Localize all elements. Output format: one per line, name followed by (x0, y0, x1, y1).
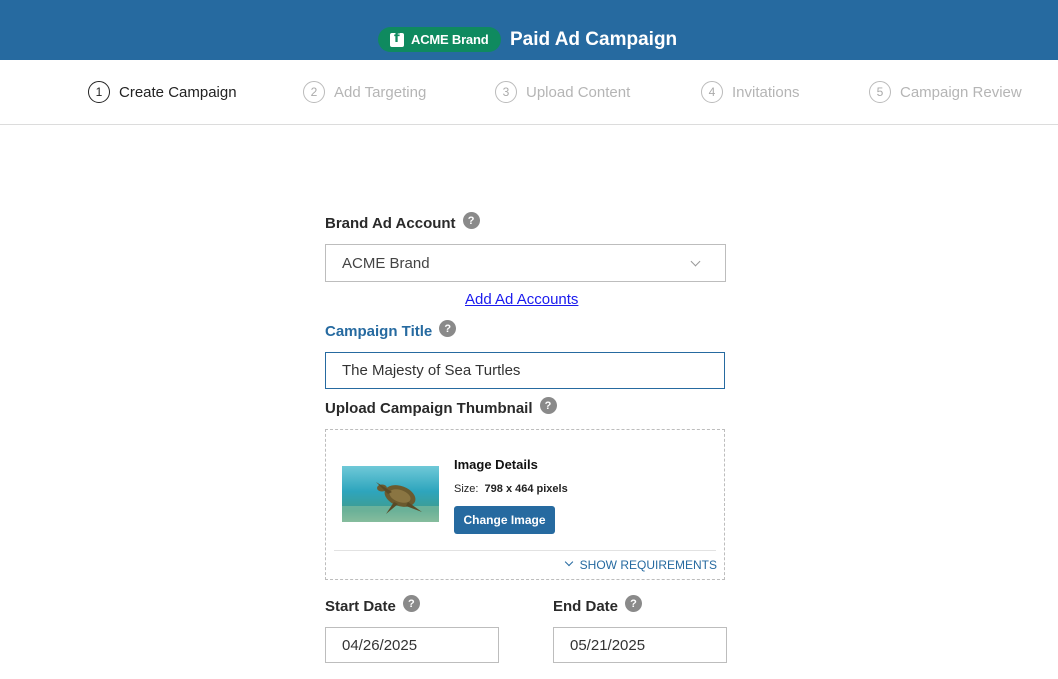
start-date-input[interactable] (325, 627, 499, 663)
step-number: 5 (869, 81, 891, 103)
step-number: 1 (88, 81, 110, 103)
show-requirements-toggle[interactable]: SHOW REQUIREMENTS (564, 557, 717, 572)
end-date-label: End Date ? (553, 595, 643, 615)
brand-badge: ACME Brand (378, 27, 501, 52)
end-date-label-text: End Date (553, 598, 619, 615)
step-add-targeting[interactable]: 2 Add Targeting (303, 81, 426, 103)
image-size-value: 798 x 464 pixels (484, 483, 568, 495)
divider (334, 550, 716, 551)
change-image-button[interactable]: Change Image (454, 506, 555, 534)
show-requirements-label: SHOW REQUIREMENTS (579, 558, 717, 572)
step-upload-content[interactable]: 3 Upload Content (495, 81, 630, 103)
brand-ad-account-label: Brand Ad Account ? (325, 212, 480, 232)
image-size-label: Size: (454, 483, 479, 495)
brand-ad-account-value: ACME Brand (342, 254, 430, 272)
campaign-thumbnail-image (342, 466, 439, 522)
page-title: Paid Ad Campaign (510, 29, 678, 50)
campaign-stepper: 1 Create Campaign 2 Add Targeting 3 Uplo… (0, 60, 1058, 125)
step-create-campaign[interactable]: 1 Create Campaign (88, 81, 237, 103)
brand-badge-label: ACME Brand (411, 32, 489, 47)
campaign-title-label: Campaign Title ? (325, 320, 457, 340)
facebook-icon (390, 31, 404, 47)
step-number: 3 (495, 81, 517, 103)
sea-turtle-icon (342, 482, 439, 522)
step-number: 4 (701, 81, 723, 103)
step-number: 2 (303, 81, 325, 103)
chevron-down-icon (564, 557, 573, 567)
step-label: Invitations (732, 83, 800, 101)
step-invitations[interactable]: 4 Invitations (701, 81, 800, 103)
brand-ad-account-select[interactable]: ACME Brand (325, 244, 726, 282)
step-label: Campaign Review (900, 83, 1022, 101)
help-icon[interactable]: ? (539, 397, 557, 414)
thumbnail-label-text: Upload Campaign Thumbnail (325, 400, 533, 417)
image-size-row: Size: 798 x 464 pixels (454, 483, 568, 495)
thumbnail-upload-area[interactable]: Image Details Size: 798 x 464 pixels Cha… (325, 429, 725, 580)
image-details-title: Image Details (454, 457, 538, 472)
help-icon[interactable]: ? (439, 320, 457, 337)
thumbnail-label: Upload Campaign Thumbnail ? (325, 397, 557, 417)
step-label: Create Campaign (119, 83, 237, 101)
end-date-input[interactable] (553, 627, 727, 663)
start-date-label-text: Start Date (325, 598, 396, 615)
help-icon[interactable]: ? (402, 595, 420, 612)
step-label: Add Targeting (334, 83, 427, 101)
step-campaign-review[interactable]: 5 Campaign Review (869, 81, 1022, 103)
campaign-title-input[interactable] (325, 352, 725, 389)
step-label: Upload Content (526, 83, 631, 101)
chevron-down-icon (690, 256, 701, 267)
help-icon[interactable]: ? (462, 212, 480, 229)
add-ad-accounts-link[interactable]: Add Ad Accounts (465, 291, 578, 308)
start-date-label: Start Date ? (325, 595, 420, 615)
top-header: ACME Brand Paid Ad Campaign (0, 0, 1058, 60)
campaign-title-label-text: Campaign Title (325, 323, 433, 340)
brand-ad-account-label-text: Brand Ad Account (325, 215, 456, 232)
help-icon[interactable]: ? (625, 595, 643, 612)
